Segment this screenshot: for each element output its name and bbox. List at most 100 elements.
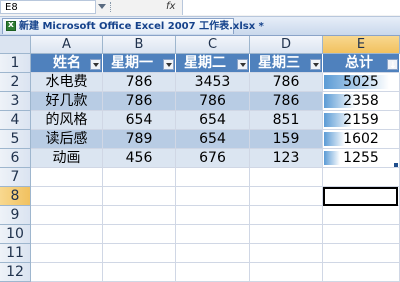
cell-C2[interactable]: 3453 bbox=[176, 73, 250, 92]
cell-A7[interactable] bbox=[31, 168, 103, 187]
table-header-E[interactable]: 总计 bbox=[323, 54, 400, 76]
cell-C5[interactable]: 654 bbox=[176, 130, 250, 149]
cell-C8[interactable] bbox=[176, 187, 250, 206]
row-header-8[interactable]: 8 bbox=[0, 187, 31, 206]
cell-value: 786 bbox=[125, 93, 153, 109]
cell-E3[interactable]: 2358 bbox=[323, 92, 400, 111]
cell-D8[interactable] bbox=[250, 187, 323, 206]
table-header-label: 星期一 bbox=[111, 55, 153, 71]
cell-E7[interactable] bbox=[323, 168, 400, 187]
row-header-10[interactable]: 10 bbox=[0, 225, 31, 244]
cell-value: 1255 bbox=[343, 150, 379, 166]
filter-dropdown-icon[interactable] bbox=[237, 59, 248, 70]
row-header-6[interactable]: 6 bbox=[0, 149, 31, 168]
cell-E9[interactable] bbox=[323, 206, 400, 225]
cell-D10[interactable] bbox=[250, 225, 323, 244]
row-header-4[interactable]: 4 bbox=[0, 111, 31, 130]
row-header-3[interactable]: 3 bbox=[0, 92, 31, 111]
row-header-11[interactable]: 11 bbox=[0, 244, 31, 263]
name-box-dropdown-icon[interactable] bbox=[98, 4, 106, 9]
table-header-D[interactable]: 星期三 bbox=[250, 54, 323, 73]
cell-value: 654 bbox=[199, 112, 226, 128]
cell-B7[interactable] bbox=[103, 168, 176, 187]
column-header-C[interactable]: C bbox=[176, 36, 250, 54]
row-header-7[interactable]: 7 bbox=[0, 168, 31, 187]
cell-A5[interactable]: 读后感 bbox=[31, 130, 103, 149]
cell-E6[interactable]: 1255 bbox=[323, 149, 400, 168]
cell-value: 786 bbox=[125, 74, 153, 90]
cell-C11[interactable] bbox=[176, 244, 250, 263]
cell-C6[interactable]: 676 bbox=[176, 149, 250, 168]
row-header-1[interactable]: 1 bbox=[0, 54, 31, 73]
sort-filter-icon[interactable] bbox=[387, 57, 398, 76]
cell-B3[interactable]: 786 bbox=[103, 92, 176, 111]
cell-A3[interactable]: 好几款 bbox=[31, 92, 103, 111]
cell-E4[interactable]: 2159 bbox=[323, 111, 400, 130]
cell-B10[interactable] bbox=[103, 225, 176, 244]
cell-B9[interactable] bbox=[103, 206, 176, 225]
cell-D2[interactable]: 786 bbox=[250, 73, 323, 92]
cell-A9[interactable] bbox=[31, 206, 103, 225]
cell-value: 654 bbox=[199, 131, 226, 147]
cell-A8[interactable] bbox=[31, 187, 103, 206]
cell-D7[interactable] bbox=[250, 168, 323, 187]
cell-C10[interactable] bbox=[176, 225, 250, 244]
cell-B11[interactable] bbox=[103, 244, 176, 263]
column-header-E[interactable]: E bbox=[323, 36, 400, 54]
cell-value: 786 bbox=[272, 74, 300, 90]
cell-D5[interactable]: 159 bbox=[250, 130, 323, 149]
cell-B4[interactable]: 654 bbox=[103, 111, 176, 130]
table-header-B[interactable]: 星期一 bbox=[103, 54, 176, 73]
cell-D3[interactable]: 786 bbox=[250, 92, 323, 111]
cell-A6[interactable]: 动画 bbox=[31, 149, 103, 168]
cell-E11[interactable] bbox=[323, 244, 400, 263]
filter-dropdown-icon[interactable] bbox=[163, 59, 174, 70]
cell-D6[interactable]: 123 bbox=[250, 149, 323, 168]
name-box[interactable]: E8 bbox=[0, 0, 96, 14]
data-bar bbox=[324, 132, 345, 146]
row-header-9[interactable]: 9 bbox=[0, 206, 31, 225]
table-header-label: 总计 bbox=[345, 55, 373, 71]
excel-file-icon bbox=[6, 18, 16, 32]
cell-C3[interactable]: 786 bbox=[176, 92, 250, 111]
cell-A4[interactable]: 的风格 bbox=[31, 111, 103, 130]
workbook-tab[interactable]: 新建 Microsoft Office Excel 2007 工作表.xlsx … bbox=[2, 18, 264, 34]
filter-dropdown-icon[interactable] bbox=[310, 59, 321, 70]
cell-C7[interactable] bbox=[176, 168, 250, 187]
workbook-tab-title: 新建 Microsoft Office Excel 2007 工作表.xlsx … bbox=[19, 21, 264, 32]
cell-E2[interactable]: 5025 bbox=[323, 73, 400, 92]
column-header-A[interactable]: A bbox=[31, 36, 103, 54]
formula-input[interactable] bbox=[182, 0, 400, 15]
cell-B8[interactable] bbox=[103, 187, 176, 206]
column-header-B[interactable]: B bbox=[103, 36, 176, 54]
cell-value: 123 bbox=[272, 150, 300, 166]
filter-dropdown-icon[interactable] bbox=[90, 59, 101, 70]
insert-function-icon[interactable]: fx bbox=[166, 0, 175, 14]
cell-value: 的风格 bbox=[45, 112, 88, 128]
cell-D4[interactable]: 851 bbox=[250, 111, 323, 130]
table-header-C[interactable]: 星期二 bbox=[176, 54, 250, 73]
cell-value: 159 bbox=[272, 131, 300, 147]
row-header-2[interactable]: 2 bbox=[0, 73, 31, 92]
cell-D9[interactable] bbox=[250, 206, 323, 225]
cell-E10[interactable] bbox=[323, 225, 400, 244]
table-header-A[interactable]: 姓名 bbox=[31, 54, 103, 73]
cell-E5[interactable]: 1602 bbox=[323, 130, 400, 149]
cell-B2[interactable]: 786 bbox=[103, 73, 176, 92]
table-resize-handle[interactable] bbox=[394, 163, 398, 167]
cell-A10[interactable] bbox=[31, 225, 103, 244]
cell-C4[interactable]: 654 bbox=[176, 111, 250, 130]
formula-bar: E8 fx bbox=[0, 0, 400, 17]
cell-A2[interactable]: 水电费 bbox=[31, 73, 103, 92]
table-header-label: 星期三 bbox=[258, 55, 300, 71]
cell-B6[interactable]: 456 bbox=[103, 149, 176, 168]
row-header-5[interactable]: 5 bbox=[0, 130, 31, 149]
active-cell-E8[interactable] bbox=[323, 187, 398, 206]
cell-value: 456 bbox=[125, 150, 153, 166]
cell-A11[interactable] bbox=[31, 244, 103, 263]
column-header-D[interactable]: D bbox=[250, 36, 323, 54]
cell-B5[interactable]: 789 bbox=[103, 130, 176, 149]
cell-D11[interactable] bbox=[250, 244, 323, 263]
cell-C9[interactable] bbox=[176, 206, 250, 225]
select-all-corner[interactable] bbox=[0, 36, 31, 54]
